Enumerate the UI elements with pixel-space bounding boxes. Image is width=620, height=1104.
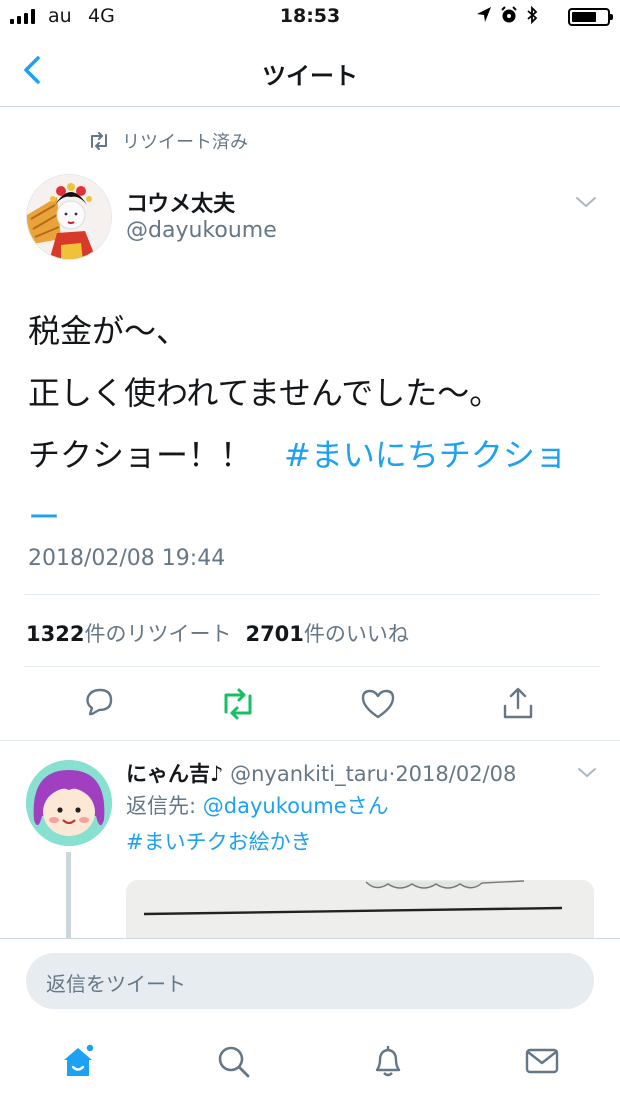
- replying-to-handle[interactable]: @dayukoume: [203, 794, 347, 818]
- replying-to: 返信先: @dayukoumeさん: [126, 790, 389, 820]
- bluetooth-icon: [527, 6, 538, 24]
- reply-avatar-image: [26, 760, 112, 846]
- replying-to-prefix: 返信先:: [126, 794, 203, 818]
- retweet-small-icon: [91, 132, 107, 150]
- location-icon: [477, 7, 491, 22]
- bottom-bar: 返信をツイート: [0, 938, 620, 1104]
- reply-date: 2018/02/08: [395, 762, 517, 786]
- reply-input-placeholder: 返信をツイート: [46, 972, 186, 996]
- like-stat[interactable]: 2701件のいいね: [245, 618, 408, 648]
- chevron-down-icon[interactable]: [574, 192, 598, 212]
- divider: [24, 666, 600, 667]
- status-icons: [476, 6, 538, 24]
- divider: [0, 740, 620, 741]
- author-avatar[interactable]: [26, 174, 112, 260]
- retweet-stat-label: 件のリツイート: [84, 622, 232, 646]
- author-name[interactable]: コウメ太夫: [126, 186, 235, 218]
- navigation-bar: ツイート: [0, 36, 620, 107]
- like-icon[interactable]: [358, 684, 398, 724]
- status-bar: au 4G 18:53: [0, 0, 620, 36]
- reply-hashtag-link[interactable]: #まいチクお絵かき: [126, 826, 312, 856]
- retweet-stat[interactable]: 1322件のリツイート: [26, 618, 231, 648]
- retweet-icon[interactable]: [218, 684, 258, 724]
- tweet-line: チクショー！！: [28, 436, 285, 474]
- share-icon[interactable]: [498, 684, 538, 724]
- retweeted-label: リツイート済み: [122, 132, 248, 153]
- replying-to-suffix: さん: [346, 794, 389, 818]
- tweet-text: 税金が〜、 正しく使われてませんでした〜。 チクショー！！ #まいにちチクショー: [28, 300, 588, 548]
- reply-author-name[interactable]: にゃん吉♪: [126, 762, 223, 786]
- reply-input[interactable]: 返信をツイート: [26, 953, 594, 1009]
- home-icon[interactable]: [60, 1043, 96, 1079]
- chevron-down-icon[interactable]: [576, 764, 598, 782]
- retweet-count: 1322: [26, 622, 85, 646]
- tweet-line: 正しく使われてませんでした〜。: [28, 374, 502, 412]
- search-icon[interactable]: [215, 1043, 251, 1079]
- tweet-actions: [0, 684, 620, 724]
- author-handle[interactable]: @dayukoume: [126, 218, 277, 243]
- reply-author-avatar[interactable]: [26, 760, 112, 846]
- like-stat-label: 件のいいね: [303, 622, 409, 646]
- tweet-line: 税金が〜、: [28, 312, 189, 350]
- reply-author-handle[interactable]: @nyankiti_taru: [230, 762, 389, 786]
- tweet-timestamp: 2018/02/08 19:44: [28, 546, 226, 571]
- reply-header: にゃん吉♪ @nyankiti_taru·2018/02/08: [126, 758, 516, 788]
- battery-icon: [568, 8, 613, 26]
- tweet-stats: 1322件のリツイート 2701件のいいね: [26, 618, 409, 648]
- tweet-line-with-hashtag: チクショー！！ #まいにちチクショー: [28, 424, 588, 548]
- messages-icon[interactable]: [524, 1043, 560, 1079]
- notifications-icon[interactable]: [370, 1043, 406, 1079]
- author-avatar-image: [27, 175, 111, 259]
- alarm-icon: [501, 6, 517, 23]
- retweeted-indicator: リツイート済み: [88, 128, 248, 154]
- thread-line: [66, 852, 71, 942]
- page-title: ツイート: [262, 62, 358, 90]
- divider: [24, 594, 600, 595]
- like-count: 2701: [245, 622, 304, 646]
- reply-icon[interactable]: [78, 684, 118, 724]
